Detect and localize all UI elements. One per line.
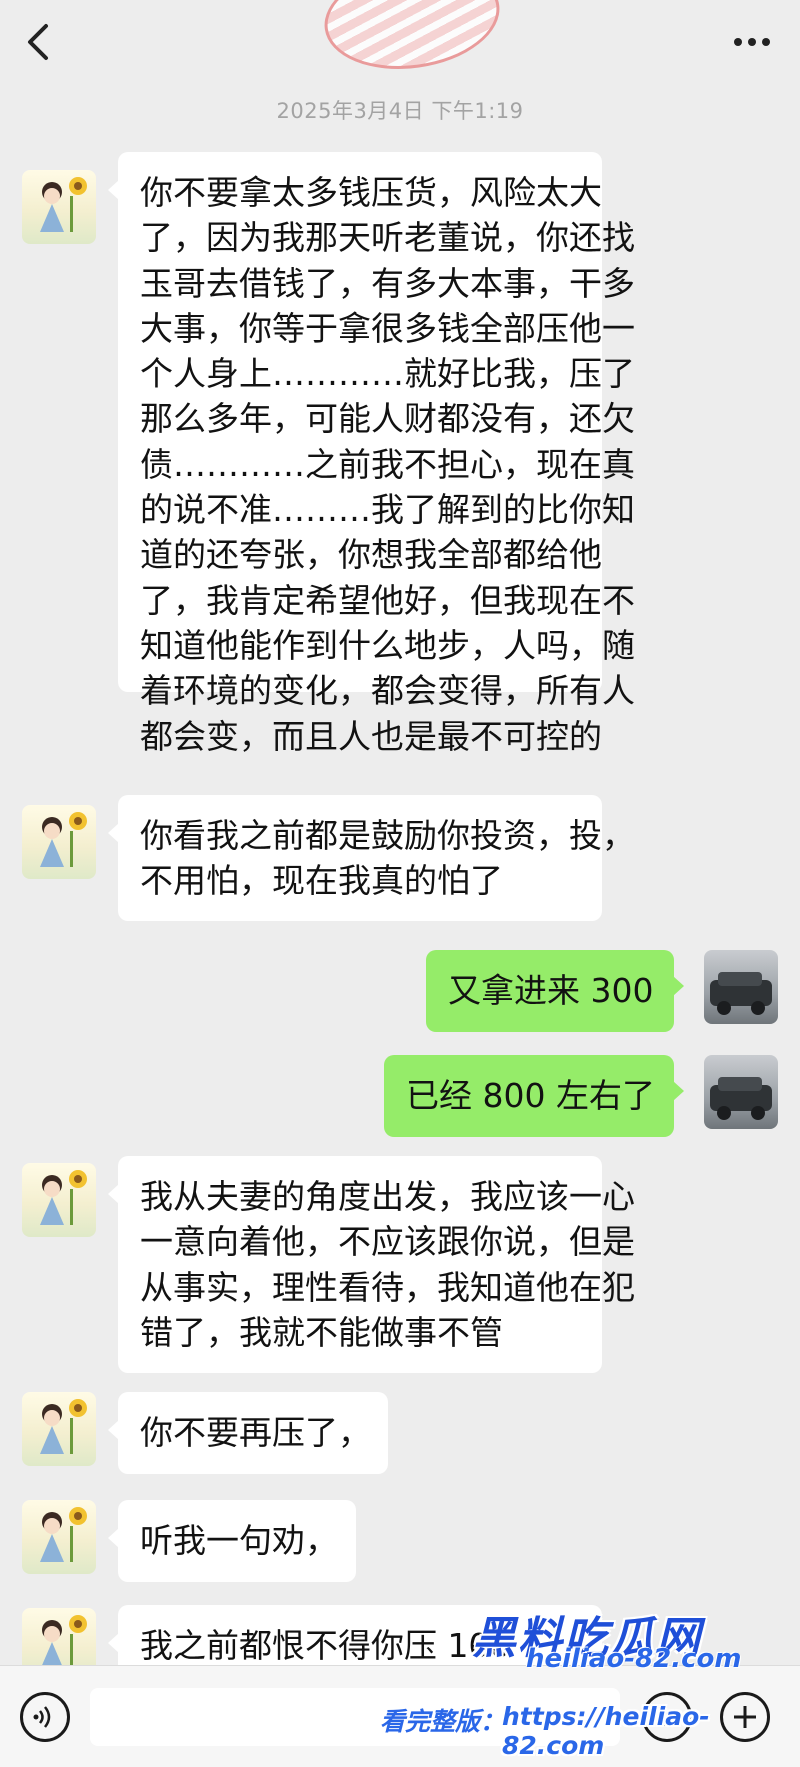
message-line: 了，因为我那天听老董说，你还找	[140, 218, 635, 258]
message-line: 债…………之前我不担心，现在真	[140, 444, 635, 484]
sender-avatar[interactable]	[22, 170, 96, 244]
message-line: 你不要再压了，	[140, 1413, 371, 1452]
my-avatar[interactable]	[704, 950, 778, 1024]
emoji-icon	[657, 1710, 677, 1727]
message-line: 我从夫妻的角度出发，我应该一心	[140, 1177, 635, 1216]
message-line: 错了，我就不能做事不管	[140, 1312, 503, 1352]
message-line: 大事，你等于拿很多钱全部压他一	[140, 308, 635, 348]
message-line: 玉哥去借钱了，有多大本事，干多	[140, 263, 635, 303]
message-line: 那么多年，可能人财都没有，还欠	[140, 399, 635, 439]
message-line: 从事实，理性看待，我知道他在犯	[140, 1267, 635, 1307]
message-input[interactable]	[90, 1688, 620, 1746]
message-line: 道的还夸张，你想我全部都给他	[140, 535, 602, 575]
message-line: 着环境的变化，都会变得，所有人	[140, 671, 635, 711]
message-bubble-incoming[interactable]: 你不要拿太多钱压货，风险太大 了，因为我那天听老董说，你还找 玉哥去借钱了，有多…	[108, 152, 635, 756]
chevron-left-icon	[28, 24, 48, 60]
message-line: 我之前都恨不得你压 100	[140, 1626, 511, 1665]
message-bubble-incoming[interactable]: 我从夫妻的角度出发，我应该一心 一意向着他，不应该跟你说，但是 从事实，理性看待…	[108, 1156, 635, 1373]
add-button[interactable]	[720, 1692, 770, 1742]
voice-button[interactable]	[20, 1692, 70, 1742]
message-line: 个人身上…………就好比我，压了	[140, 354, 635, 394]
back-button[interactable]	[22, 20, 62, 64]
sender-avatar[interactable]	[22, 1163, 96, 1237]
voice-icon	[33, 1706, 51, 1728]
sender-avatar[interactable]	[22, 1392, 96, 1466]
message-bubble-outgoing[interactable]: 又拿进来 300	[426, 950, 684, 1032]
message-bubble-incoming[interactable]: 你不要再压了，	[108, 1392, 388, 1474]
message-timestamp: 2025年3月4日 下午1:19	[276, 99, 524, 123]
more-button[interactable]	[730, 22, 774, 62]
sender-avatar[interactable]	[22, 1500, 96, 1574]
chat-input-bar	[0, 1665, 800, 1767]
message-line: 的说不准………我了解到的比你知	[140, 490, 635, 530]
message-line: 了，我肯定希望他好，但我现在不	[140, 580, 635, 620]
my-avatar[interactable]	[704, 1055, 778, 1129]
message-line: 一意向着他，不应该跟你说，但是	[140, 1222, 635, 1262]
message-line: 听我一句劝，	[140, 1521, 338, 1560]
girl-sunflower-avatar-icon	[40, 1507, 87, 1562]
emoji-button[interactable]	[642, 1692, 692, 1742]
girl-sunflower-avatar-icon	[40, 812, 87, 867]
message-line: 你不要拿太多钱压货，风险太大	[140, 173, 602, 212]
message-line: 都会变，而且人也是最不可控的	[140, 716, 602, 756]
girl-sunflower-avatar-icon	[40, 1399, 87, 1454]
chat-header	[0, 0, 800, 96]
message-bubble-incoming[interactable]: 你看我之前都是鼓励你投资，投， 不用怕，现在我真的怕了	[108, 795, 635, 921]
message-line: 你看我之前都是鼓励你投资，投，	[140, 816, 635, 855]
sender-avatar[interactable]	[22, 805, 96, 879]
message-line: 知道他能作到什么地步，人吗，随	[140, 625, 635, 665]
message-bubble-outgoing[interactable]: 已经 800 左右了	[384, 1055, 684, 1137]
car-avatar-icon	[710, 972, 772, 1015]
more-dots-icon	[734, 38, 770, 46]
add-icon	[734, 1706, 756, 1728]
car-avatar-icon	[710, 1077, 772, 1120]
girl-sunflower-avatar-icon	[40, 1170, 87, 1225]
contact-avatar-peek	[317, 0, 507, 80]
message-line: 又拿进来 300	[448, 971, 654, 1010]
girl-sunflower-avatar-icon	[40, 177, 87, 232]
message-line: 不用怕，现在我真的怕了	[140, 861, 503, 901]
message-bubble-incoming[interactable]: 听我一句劝，	[108, 1500, 356, 1582]
message-line: 已经 800 左右了	[406, 1076, 655, 1115]
